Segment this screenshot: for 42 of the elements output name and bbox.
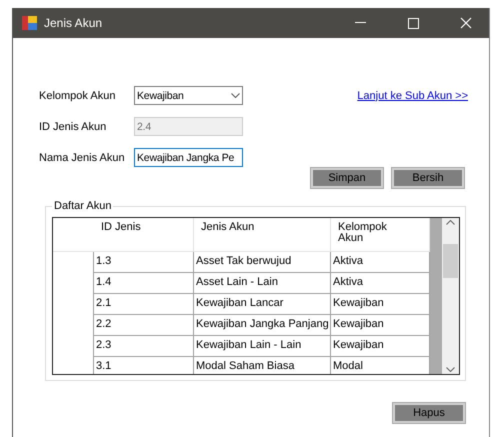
table-cell: Modal	[331, 357, 430, 374]
chevron-down-icon	[231, 93, 240, 98]
table-cell: Kewajiban Jangka Panjang	[194, 315, 331, 336]
table-cell: 3.1	[94, 357, 194, 374]
form-button[interactable]: Bersih	[391, 167, 465, 189]
app-icon	[22, 16, 37, 30]
row-header[interactable]	[53, 357, 94, 374]
table-cell: Kewajiban Lain - Lain	[194, 336, 331, 357]
field-label: ID Jenis Akun	[39, 120, 108, 132]
table-cell: Asset Tak berwujud	[194, 252, 331, 273]
chevron-up-icon	[446, 220, 455, 225]
table-cell: Modal Saham Biasa	[194, 357, 331, 374]
window-title: Jenis Akun	[44, 16, 104, 30]
maximize-icon	[408, 18, 418, 28]
table-cell: 2.2	[94, 315, 194, 336]
column-header[interactable]: Jenis Akun	[194, 218, 331, 252]
chevron-down-icon	[446, 367, 455, 372]
form-button[interactable]: Simpan	[310, 167, 384, 189]
table-cell: 1.4	[94, 273, 194, 294]
hapus-button[interactable]: Hapus	[392, 402, 466, 424]
column-header[interactable]: Kelompok Akun	[331, 218, 430, 252]
table-cell: Kewajiban	[331, 294, 430, 315]
close-icon	[460, 17, 472, 29]
table-cell: Kewajiban Lancar	[194, 294, 331, 315]
table-cell: 1.3	[94, 252, 194, 273]
field-label: Nama Jenis Akun	[39, 152, 126, 164]
minimize-icon	[354, 22, 366, 24]
table-cell: Aktiva	[331, 273, 430, 294]
table-cell: Kewajiban	[331, 336, 430, 357]
field-label: Kelompok Akun	[39, 90, 116, 102]
kelompok-dropdown[interactable]: Kewajiban	[134, 86, 243, 105]
row-header[interactable]	[53, 252, 94, 273]
scrollbar-thumb[interactable]	[443, 244, 458, 278]
table-cell: 2.3	[94, 336, 194, 357]
table-cell: 2.1	[94, 294, 194, 315]
group-title: Daftar Akun	[52, 200, 114, 212]
table-cell: Asset Lain - Lain	[194, 273, 331, 294]
table-cell: Aktiva	[331, 252, 430, 273]
vertical-scrollbar[interactable]	[442, 218, 459, 374]
table-cell: Kewajiban	[331, 315, 430, 336]
sub-akun-link[interactable]: Lanjut ke Sub Akun >>	[357, 90, 468, 102]
nama-input-field[interactable]: Kewajiban Jangka Pe	[134, 148, 243, 167]
